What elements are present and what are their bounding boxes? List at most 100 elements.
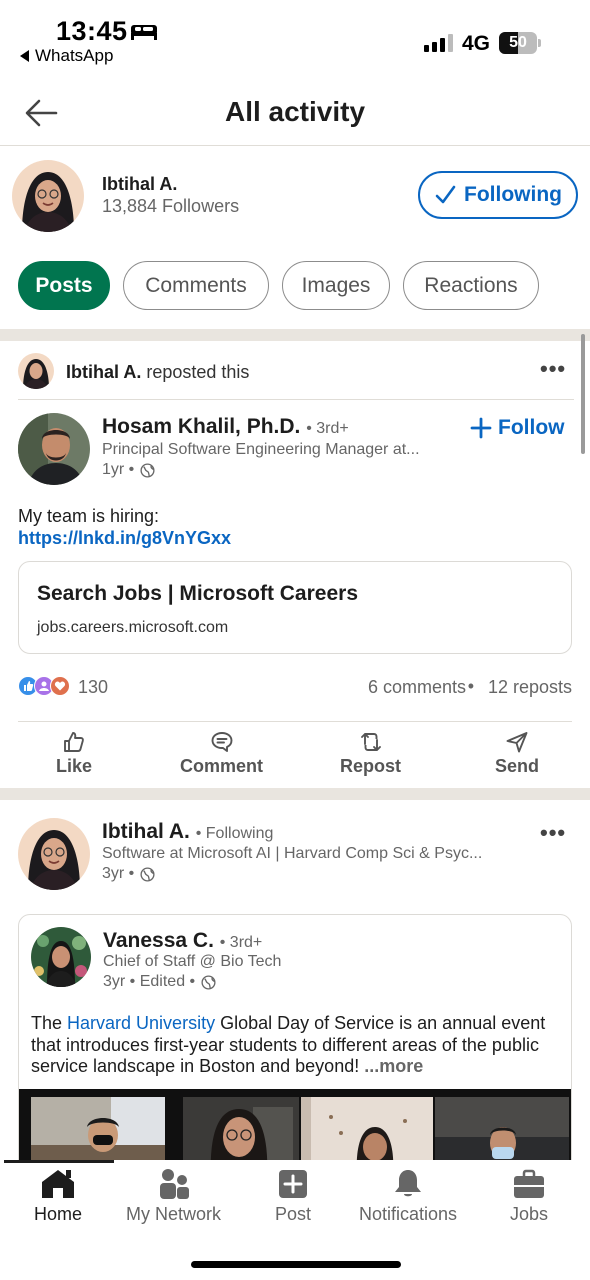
comment-icon <box>211 732 232 752</box>
more-options-icon[interactable]: ••• <box>540 820 566 846</box>
comment-label: Comment <box>180 756 264 776</box>
repost-button[interactable]: Repost <box>340 730 401 777</box>
post-icon <box>279 1170 308 1198</box>
following-tag: • Following <box>195 825 274 842</box>
repost-header: Ibtihal A. reposted this ••• <box>18 352 574 400</box>
like-button[interactable]: Like <box>56 730 92 777</box>
section-divider <box>0 788 590 800</box>
post2-timestamp: 3yr • <box>102 865 155 883</box>
tab-my-network[interactable]: My Network <box>126 1168 221 1225</box>
follow-label: Follow <box>498 416 565 439</box>
home-indicator[interactable] <box>191 1261 401 1268</box>
shared-author-name[interactable]: Vanessa C. • 3rd+ <box>103 929 262 953</box>
repost-icon <box>360 733 381 751</box>
reposts-count[interactable]: 12 reposts <box>488 677 572 698</box>
post2-author-name[interactable]: Ibtihal A. • Following <box>102 820 273 844</box>
tab-my-network-label: My Network <box>126 1204 222 1224</box>
post-author-headline: Principal Software Engineering Manager a… <box>102 441 420 458</box>
post2-author-avatar[interactable] <box>18 818 90 890</box>
battery-level: 50 <box>509 34 527 51</box>
mention-link[interactable]: Harvard University <box>67 1013 215 1033</box>
tab-images[interactable]: Images <box>282 261 390 310</box>
love-reaction-icon <box>50 676 70 696</box>
author-name-text: Ibtihal A. <box>102 820 190 843</box>
post2-author-headline: Software at Microsoft AI | Harvard Comp … <box>102 845 483 862</box>
shared-author-headline: Chief of Staff @ Bio Tech <box>103 953 282 970</box>
scrollbar[interactable] <box>581 334 585 454</box>
text-prefix: The <box>31 1013 68 1033</box>
like-icon <box>64 732 84 752</box>
tab-jobs[interactable]: Jobs <box>510 1168 548 1225</box>
status-bar: 13:45 WhatsApp 4G 50 <box>0 0 590 72</box>
tab-reactions[interactable]: Reactions <box>403 261 539 310</box>
shared-post-timestamp: 3yr • Edited • <box>103 973 216 991</box>
home-icon <box>42 1170 74 1198</box>
shared-author-avatar[interactable] <box>31 927 91 987</box>
globe-icon <box>140 866 155 882</box>
post-timestamp: 1yr • <box>102 461 155 479</box>
tab-home[interactable]: Home <box>34 1168 82 1225</box>
comments-count[interactable]: 6 comments <box>368 677 466 698</box>
social-counts: 130 6 comments • 12 reposts <box>18 676 572 700</box>
tab-notifications-label: Notifications <box>359 1204 458 1224</box>
tab-post-label: Post <box>275 1204 312 1224</box>
tab-post[interactable]: Post <box>275 1168 311 1225</box>
profile-summary: Ibtihal A. 13,884 Followers Following <box>0 148 590 248</box>
link-card-url: jobs.careers.microsoft.com <box>37 619 229 636</box>
tab-home-label: Home <box>34 1204 83 1224</box>
reposter-name[interactable]: Ibtihal A. <box>66 362 141 382</box>
tab-notifications[interactable]: Notifications <box>359 1168 457 1225</box>
briefcase-icon <box>514 1169 545 1198</box>
connection-degree: • 3rd+ <box>219 934 263 951</box>
count-separator: • <box>467 676 474 696</box>
battery-icon: 50 <box>499 32 541 54</box>
link-preview-card[interactable]: Search Jobs | Microsoft Careers jobs.car… <box>18 561 572 654</box>
tab-jobs-label: Jobs <box>510 1204 549 1224</box>
reaction-icons[interactable] <box>18 676 70 696</box>
globe-icon <box>140 462 155 478</box>
author-name-text: Vanessa C. <box>103 929 214 952</box>
status-time: 13:45 <box>56 16 128 46</box>
comment-button[interactable]: Comment <box>180 730 263 777</box>
post-author-avatar[interactable] <box>18 413 90 485</box>
sleep-icon <box>131 25 157 40</box>
more-options-icon[interactable]: ••• <box>540 356 566 382</box>
following-button[interactable]: Following <box>418 171 578 219</box>
bell-icon <box>395 1170 422 1197</box>
connection-degree: • 3rd+ <box>306 420 349 437</box>
reaction-count[interactable]: 130 <box>78 677 108 698</box>
tab-comments[interactable]: Comments <box>123 261 269 310</box>
checkmark-icon <box>435 185 456 204</box>
post-author-name[interactable]: Hosam Khalil, Ph.D. • 3rd+ <box>102 415 349 439</box>
repost-text: Ibtihal A. reposted this <box>66 362 249 383</box>
back-app-label: WhatsApp <box>35 46 114 65</box>
page-title: All activity <box>224 96 366 127</box>
like-label: Like <box>56 756 93 776</box>
profile-avatar[interactable] <box>12 160 84 232</box>
send-button[interactable]: Send <box>495 730 539 777</box>
repost-suffix: reposted this <box>141 362 250 382</box>
shared-post-card[interactable]: Vanessa C. • 3rd+ Chief of Staff @ Bio T… <box>18 914 572 1174</box>
see-more-link[interactable]: ...more <box>364 1056 423 1076</box>
link-card-title: Search Jobs | Microsoft Careers <box>37 582 358 605</box>
page-header: All activity <box>0 80 590 146</box>
post-body: My team is hiring: https://lnkd.in/g8VnY… <box>18 505 231 549</box>
reposter-avatar[interactable] <box>18 353 54 389</box>
plus-icon <box>470 417 492 439</box>
post-text-line: My team is hiring: <box>18 506 160 526</box>
following-label: Following <box>464 183 562 206</box>
profile-name[interactable]: Ibtihal A. <box>102 174 177 195</box>
post-actions: Like Comment Repost Send <box>18 721 572 787</box>
repost-label: Repost <box>340 756 402 776</box>
back-triangle-icon <box>20 50 29 62</box>
follow-button[interactable]: Follow <box>470 416 565 440</box>
back-to-app-link[interactable]: WhatsApp <box>20 46 113 66</box>
tab-posts[interactable]: Posts <box>18 261 110 310</box>
network-type: 4G <box>462 32 491 55</box>
post-link[interactable]: https://lnkd.in/g8VnYGxx <box>18 527 231 549</box>
section-divider <box>0 329 590 341</box>
timestamp-text: 3yr • <box>102 865 135 882</box>
author-name-text: Hosam Khalil, Ph.D. <box>102 415 301 438</box>
send-icon <box>506 732 528 753</box>
profile-followers: 13,884 Followers <box>102 196 240 216</box>
